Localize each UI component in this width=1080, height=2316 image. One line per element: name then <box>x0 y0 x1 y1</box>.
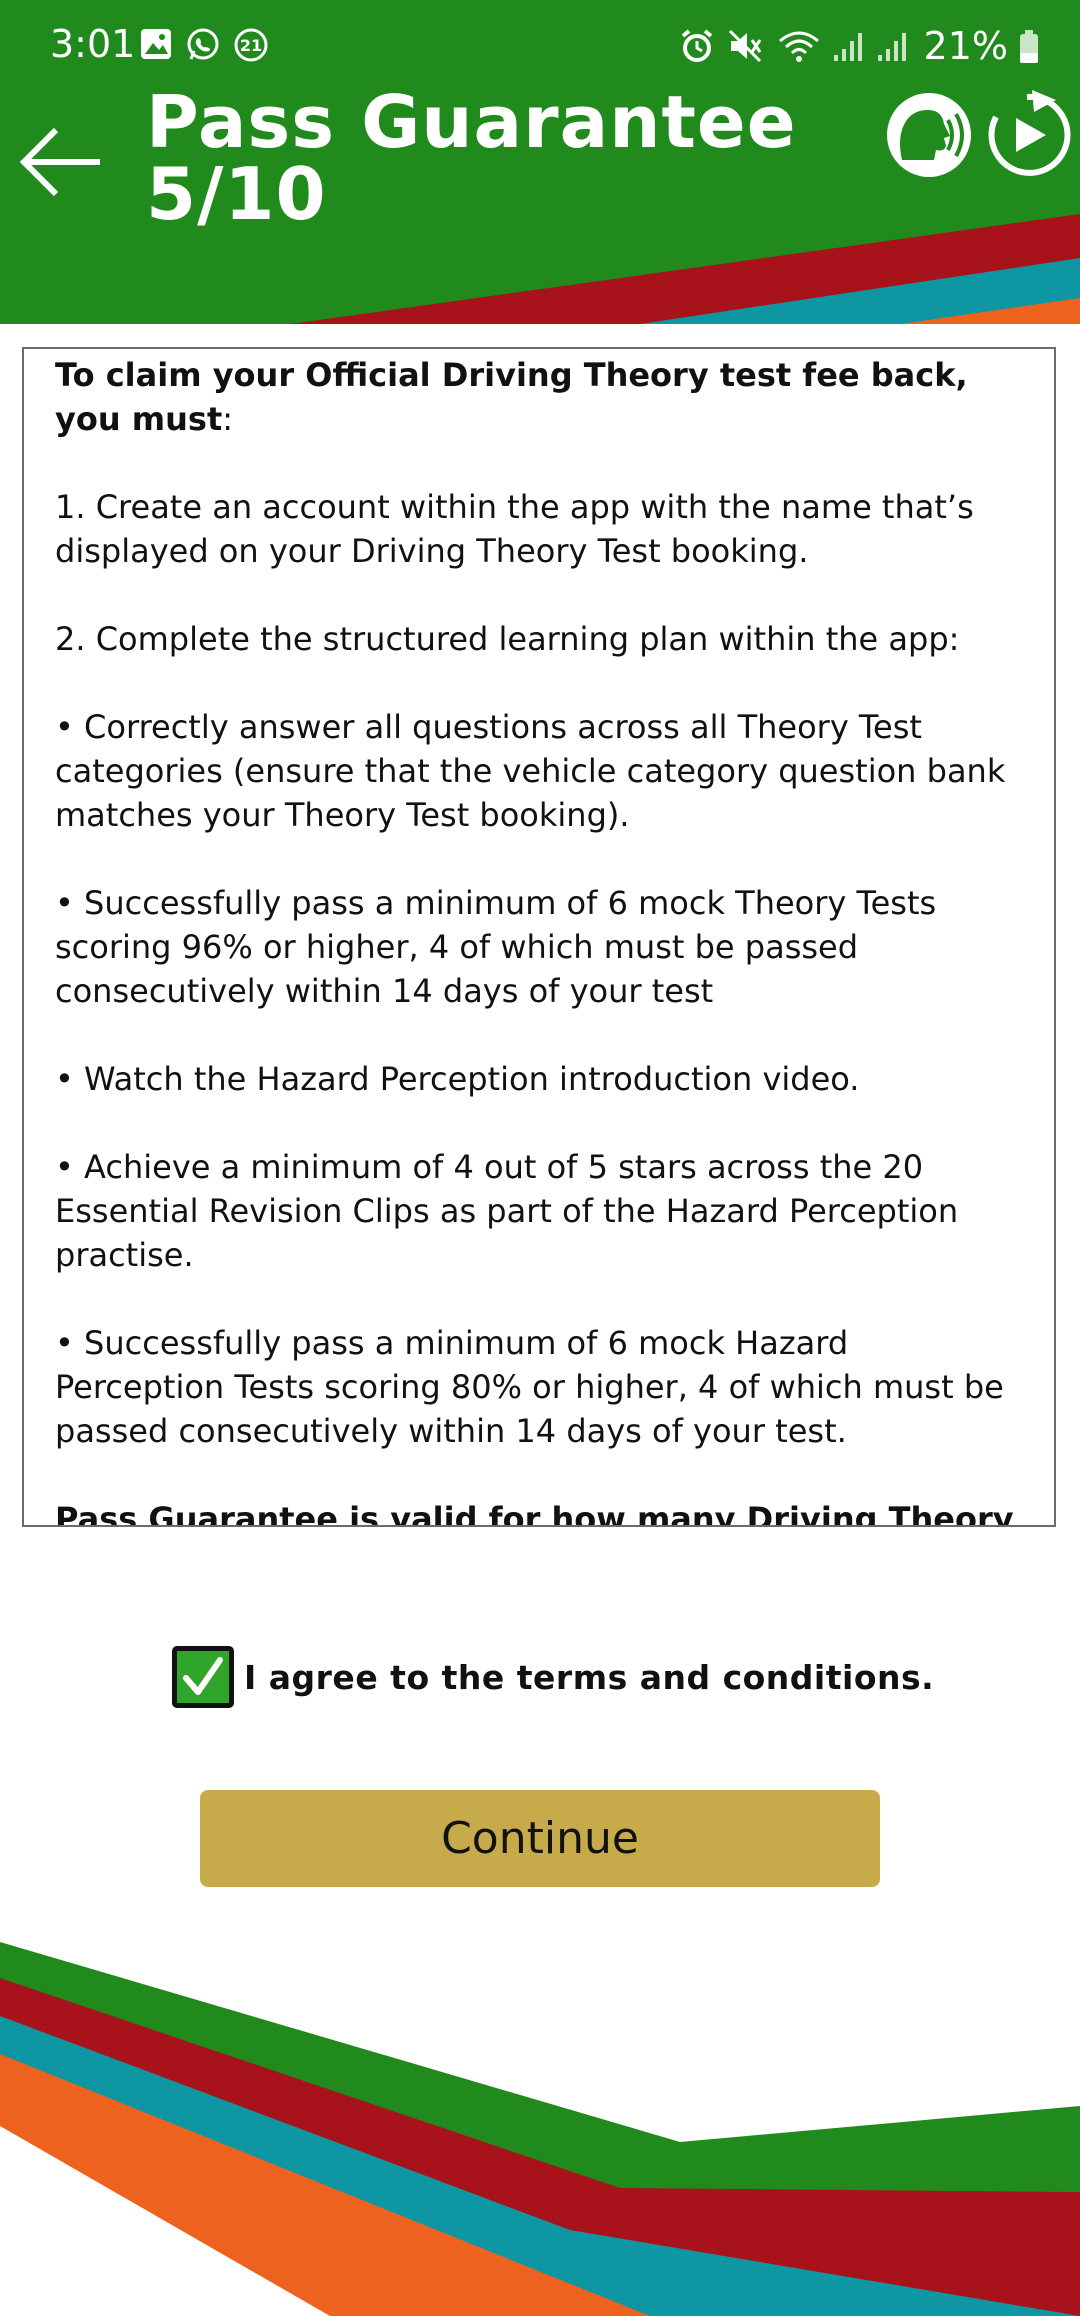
footer-stripes-decoration <box>0 1942 1080 2316</box>
page-title-line2: 5/10 <box>146 152 327 236</box>
terms-lead-colon: : <box>222 400 234 438</box>
agree-terms-row[interactable]: I agree to the terms and conditions. <box>172 1642 934 1712</box>
page-title-line1: Pass Guarantee <box>146 80 797 164</box>
wifi-icon <box>778 31 819 62</box>
notification-count-icon: 21 <box>234 28 268 62</box>
terms-text: To claim your Official Driving Theory te… <box>55 349 1014 1527</box>
status-system-icons: 21% <box>678 24 1040 68</box>
continue-button[interactable]: Continue <box>200 1790 880 1887</box>
back-button[interactable] <box>18 118 108 208</box>
terms-item: • Achieve a minimum of 4 out of 5 stars … <box>55 1148 959 1274</box>
terms-item: • Successfully pass a minimum of 6 mock … <box>55 1324 1004 1450</box>
back-arrow-icon <box>19 127 100 197</box>
terms-item: • Successfully pass a minimum of 6 mock … <box>55 884 937 1010</box>
terms-item: 1. Create an account within the app with… <box>55 488 974 570</box>
app-header: 3:01 21 21% Pass Guarantee 5/10 <box>0 0 1080 324</box>
status-notification-icons: 21 <box>138 26 270 64</box>
checkmark-icon <box>183 1657 223 1695</box>
terms-item: • Correctly answer all questions across … <box>55 708 1006 834</box>
read-aloud-button[interactable] <box>884 90 974 180</box>
gallery-icon <box>141 29 171 59</box>
notification-count-text: 21 <box>240 36 262 55</box>
battery-percent: 21% <box>923 24 1008 68</box>
terms-scroll-panel[interactable]: To claim your Official Driving Theory te… <box>22 347 1056 1527</box>
status-bar: 3:01 21 21% <box>0 0 1080 92</box>
replay-button[interactable] <box>982 90 1072 180</box>
whatsapp-icon <box>187 28 219 60</box>
signal-icon <box>833 33 862 61</box>
alarm-icon <box>681 29 712 62</box>
terms-item: 2. Complete the structured learning plan… <box>55 620 960 658</box>
mute-icon <box>728 29 761 63</box>
agree-label[interactable]: I agree to the terms and conditions. <box>244 1658 934 1697</box>
page-title: Pass Guarantee 5/10 <box>146 86 797 230</box>
battery-icon <box>1020 30 1038 63</box>
signal-icon-2 <box>877 33 906 61</box>
terms-lead-bold: To claim your Official Driving Theory te… <box>55 356 968 438</box>
terms-lead: To claim your Official Driving Theory te… <box>55 353 1014 441</box>
terms-item: • Watch the Hazard Perception introducti… <box>55 1060 860 1098</box>
terms-cut-off-line: Pass Guarantee is valid for how many Dri… <box>55 1500 1014 1527</box>
replay-icon <box>988 90 1071 176</box>
agree-checkbox[interactable] <box>172 1646 234 1708</box>
status-time: 3:01 <box>50 22 136 66</box>
speaking-head-icon <box>887 93 971 177</box>
